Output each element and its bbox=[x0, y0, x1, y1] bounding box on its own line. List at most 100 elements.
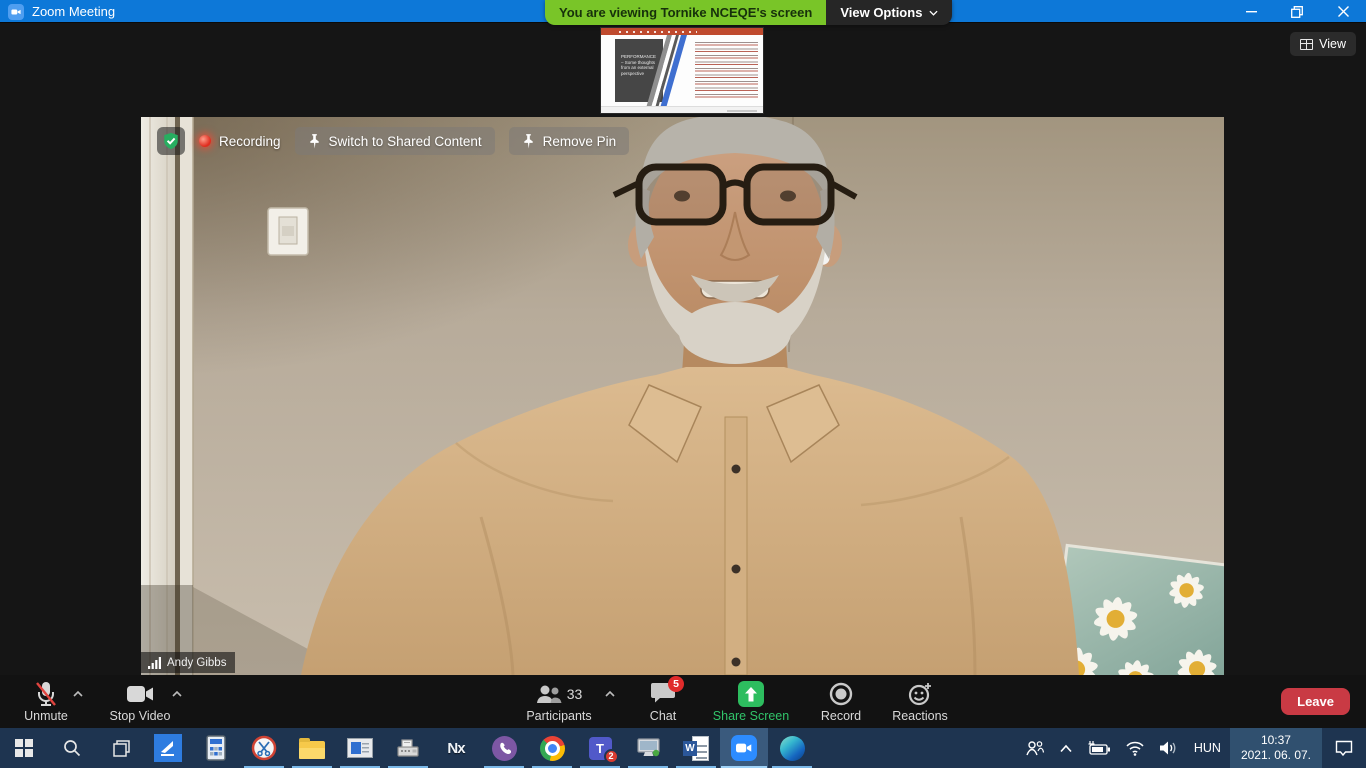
word-letter: W bbox=[683, 741, 697, 756]
stop-video-button[interactable]: Stop Video bbox=[100, 680, 180, 723]
battery-tray-button[interactable] bbox=[1080, 728, 1118, 768]
teams-button[interactable]: T 2 bbox=[576, 728, 624, 768]
clock[interactable]: 10:37 2021. 06. 07. bbox=[1230, 728, 1322, 768]
leave-button[interactable]: Leave bbox=[1281, 688, 1350, 715]
participants-options-caret[interactable] bbox=[604, 690, 616, 698]
task-view-icon bbox=[111, 740, 130, 757]
participants-icon bbox=[536, 684, 562, 704]
remove-pin-label: Remove Pin bbox=[543, 134, 617, 149]
image-viewer-button[interactable] bbox=[336, 728, 384, 768]
powerpoint-statusbar bbox=[601, 106, 763, 113]
title-left: Zoom Meeting bbox=[8, 0, 115, 23]
snipping-tool-icon bbox=[251, 735, 277, 761]
nx-app-icon: Nx bbox=[447, 740, 464, 757]
battery-charging-icon bbox=[1087, 740, 1111, 756]
zoom-taskbar-button[interactable] bbox=[720, 728, 768, 768]
edge-button[interactable] bbox=[768, 728, 816, 768]
unmute-label: Unmute bbox=[10, 709, 82, 723]
calculator-button[interactable] bbox=[192, 728, 240, 768]
image-viewer-icon bbox=[347, 738, 373, 758]
slide-preview: PERFORMANCE – Some thoughts from an exte… bbox=[601, 35, 763, 106]
participants-label: Participants bbox=[513, 709, 605, 723]
microphone-muted-icon bbox=[34, 681, 58, 707]
powerpoint-titlebar bbox=[601, 28, 763, 35]
search-button[interactable] bbox=[48, 728, 96, 768]
scanner-app-button[interactable] bbox=[144, 728, 192, 768]
viewing-banner-text: You are viewing Tornike NCEQE's screen bbox=[545, 0, 826, 25]
video-overlay-controls: Recording Switch to Shared Content Remov… bbox=[157, 127, 629, 155]
people-tray-button[interactable] bbox=[1018, 728, 1052, 768]
share-screen-button[interactable]: Share Screen bbox=[705, 680, 797, 723]
share-screen-label: Share Screen bbox=[705, 709, 797, 723]
speaker-icon bbox=[1159, 740, 1178, 756]
wifi-tray-button[interactable] bbox=[1118, 728, 1152, 768]
close-icon bbox=[1338, 6, 1349, 17]
folder-icon bbox=[299, 741, 325, 759]
meeting-toolbar: Unmute Stop Video 33 Participants bbox=[0, 675, 1366, 728]
participant-name: Andy Gibbs bbox=[167, 657, 226, 669]
zoom-camera-icon bbox=[731, 735, 757, 761]
viber-button[interactable] bbox=[480, 728, 528, 768]
zoom-meeting-window: Zoom Meeting You are viewing Tornike NCE… bbox=[0, 0, 1366, 768]
participants-count: 33 bbox=[567, 686, 583, 702]
volume-tray-button[interactable] bbox=[1152, 728, 1185, 768]
windows-logo-icon bbox=[15, 739, 33, 757]
window-controls bbox=[1228, 0, 1366, 23]
action-center-button[interactable] bbox=[1322, 728, 1366, 768]
participant-name-tag: Andy Gibbs bbox=[141, 652, 235, 673]
chat-unread-badge: 5 bbox=[668, 676, 684, 692]
recording-label: Recording bbox=[219, 134, 281, 149]
people-icon bbox=[1025, 740, 1045, 756]
minimize-button[interactable] bbox=[1228, 0, 1274, 23]
nx-app-button[interactable]: Nx bbox=[432, 728, 480, 768]
view-layout-button[interactable]: View bbox=[1290, 32, 1356, 56]
close-button[interactable] bbox=[1320, 0, 1366, 23]
share-screen-icon bbox=[738, 681, 764, 707]
viber-icon bbox=[492, 736, 517, 761]
remote-desktop-button[interactable] bbox=[624, 728, 672, 768]
start-button[interactable] bbox=[0, 728, 48, 768]
gallery-grid-icon bbox=[1300, 39, 1313, 50]
camera-icon bbox=[127, 685, 154, 703]
system-tray: HUN 10:37 2021. 06. 07. bbox=[1018, 728, 1366, 768]
view-options-button[interactable]: View Options bbox=[826, 0, 952, 25]
record-icon bbox=[829, 682, 853, 706]
participants-button[interactable]: 33 Participants bbox=[513, 680, 605, 723]
stop-video-label: Stop Video bbox=[100, 709, 180, 723]
minimize-icon bbox=[1246, 11, 1257, 13]
task-view-button[interactable] bbox=[96, 728, 144, 768]
encryption-shield-button[interactable] bbox=[157, 127, 185, 155]
video-options-caret[interactable] bbox=[171, 690, 183, 698]
recording-dot-icon bbox=[199, 135, 211, 147]
view-label: View bbox=[1319, 37, 1346, 51]
language-indicator[interactable]: HUN bbox=[1185, 728, 1230, 768]
pinned-video-andy-gibbs[interactable]: Recording Switch to Shared Content Remov… bbox=[141, 117, 1224, 675]
reactions-button[interactable]: Reactions bbox=[878, 680, 962, 723]
chrome-icon bbox=[540, 736, 565, 761]
pin-icon bbox=[522, 134, 535, 149]
file-explorer-button[interactable] bbox=[288, 728, 336, 768]
word-button[interactable]: W bbox=[672, 728, 720, 768]
chat-button[interactable]: 5 Chat bbox=[630, 680, 696, 723]
fax-app-button[interactable] bbox=[384, 728, 432, 768]
calculator-icon bbox=[205, 735, 227, 761]
snipping-tool-button[interactable] bbox=[240, 728, 288, 768]
remove-pin-button[interactable]: Remove Pin bbox=[509, 127, 630, 155]
teams-letter: T bbox=[596, 741, 604, 756]
search-icon bbox=[63, 739, 81, 757]
fax-machine-icon bbox=[396, 737, 420, 759]
shared-screen-thumbnail[interactable]: PERFORMANCE – Some thoughts from an exte… bbox=[601, 28, 763, 113]
menu-dashes bbox=[619, 31, 697, 33]
chevron-up-icon bbox=[1059, 744, 1073, 753]
chrome-button[interactable] bbox=[528, 728, 576, 768]
recording-indicator: Recording bbox=[199, 134, 281, 149]
restore-button[interactable] bbox=[1274, 0, 1320, 23]
switch-to-shared-content-button[interactable]: Switch to Shared Content bbox=[295, 127, 495, 155]
audio-options-caret[interactable] bbox=[72, 690, 84, 698]
hidden-icons-button[interactable] bbox=[1052, 728, 1080, 768]
slide-text-lines bbox=[695, 42, 758, 100]
unmute-button[interactable]: Unmute bbox=[10, 680, 82, 723]
record-button[interactable]: Record bbox=[806, 680, 876, 723]
shield-check-icon bbox=[162, 132, 180, 150]
window-title: Zoom Meeting bbox=[32, 4, 115, 19]
